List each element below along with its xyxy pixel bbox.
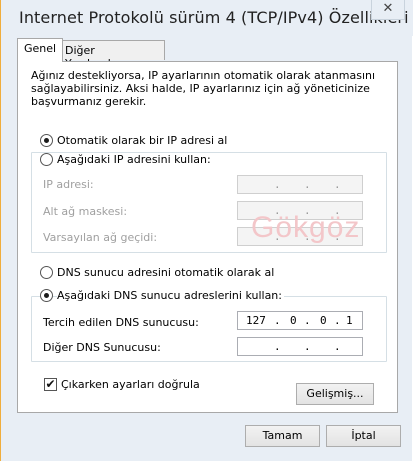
- ip-dot: .: [304, 340, 311, 353]
- dns-manual-radio[interactable]: [40, 289, 53, 302]
- tab-diger-yapilandirma[interactable]: Diğer Yapılandırma: [59, 40, 165, 70]
- radio-selected-dot: [44, 293, 49, 298]
- dns-auto-radio[interactable]: [40, 266, 53, 279]
- dns-auto-label[interactable]: DNS sunucu adresini otomatik olarak al: [57, 266, 274, 279]
- ip-dot: .: [304, 314, 311, 327]
- ip-dot: .: [274, 340, 281, 353]
- ip-manual-radio[interactable]: [40, 153, 53, 166]
- ip-dot: .: [274, 178, 281, 191]
- ip-auto-radio[interactable]: [40, 134, 53, 147]
- window-title: Internet Protokolü sürüm 4 (TCP/IPv4) Öz…: [19, 8, 409, 27]
- ip-dot: .: [334, 314, 341, 327]
- dns-manual-label[interactable]: Aşağıdaki DNS sunucu adreslerini kullan:: [57, 289, 284, 302]
- preferred-dns-label: Tercih edilen DNS sunucusu:: [43, 316, 199, 329]
- ip-address-label: IP adresi:: [43, 178, 94, 191]
- advanced-button[interactable]: Gelişmiş...: [296, 383, 374, 405]
- tab-genel[interactable]: Genel: [17, 38, 64, 62]
- ok-button[interactable]: Tamam: [245, 425, 320, 447]
- octet: 0: [320, 314, 327, 327]
- octet: 127: [246, 314, 266, 327]
- close-button[interactable]: ✕: [371, 0, 405, 20]
- description-text: Ağınız destekliyorsa, IP ayarlarının oto…: [31, 69, 376, 108]
- ip-address-field: ...: [237, 175, 363, 194]
- preferred-dns-field[interactable]: 127 . 0 . 0 . 1: [237, 311, 363, 330]
- ip-dot: .: [334, 340, 341, 353]
- ip-dot: .: [304, 178, 311, 191]
- ip-manual-label[interactable]: Aşağıdaki IP adresini kullan:: [57, 153, 213, 166]
- radio-selected-dot: [44, 138, 49, 143]
- watermark: Gökgöz: [251, 211, 361, 244]
- cancel-button[interactable]: İptal: [326, 425, 401, 447]
- validate-label[interactable]: Çıkarken ayarları doğrula: [61, 378, 200, 391]
- validate-checkbox[interactable]: ✔: [44, 378, 57, 391]
- alternate-dns-label: Diğer DNS Sunucusu:: [43, 341, 161, 354]
- ip-dot: .: [334, 178, 341, 191]
- ip-auto-label[interactable]: Otomatik olarak bir IP adresi al: [57, 134, 227, 147]
- dialog-window: Internet Protokolü sürüm 4 (TCP/IPv4) Öz…: [0, 0, 413, 461]
- octet: 1: [346, 314, 353, 327]
- title-bar: Internet Protokolü sürüm 4 (TCP/IPv4) Öz…: [1, 0, 413, 36]
- alternate-dns-field[interactable]: ...: [237, 337, 363, 356]
- octet: 0: [290, 314, 297, 327]
- subnet-mask-label: Alt ağ maskesi:: [43, 205, 128, 218]
- ip-dot: .: [274, 314, 281, 327]
- default-gateway-label: Varsayılan ağ geçidi:: [43, 231, 158, 244]
